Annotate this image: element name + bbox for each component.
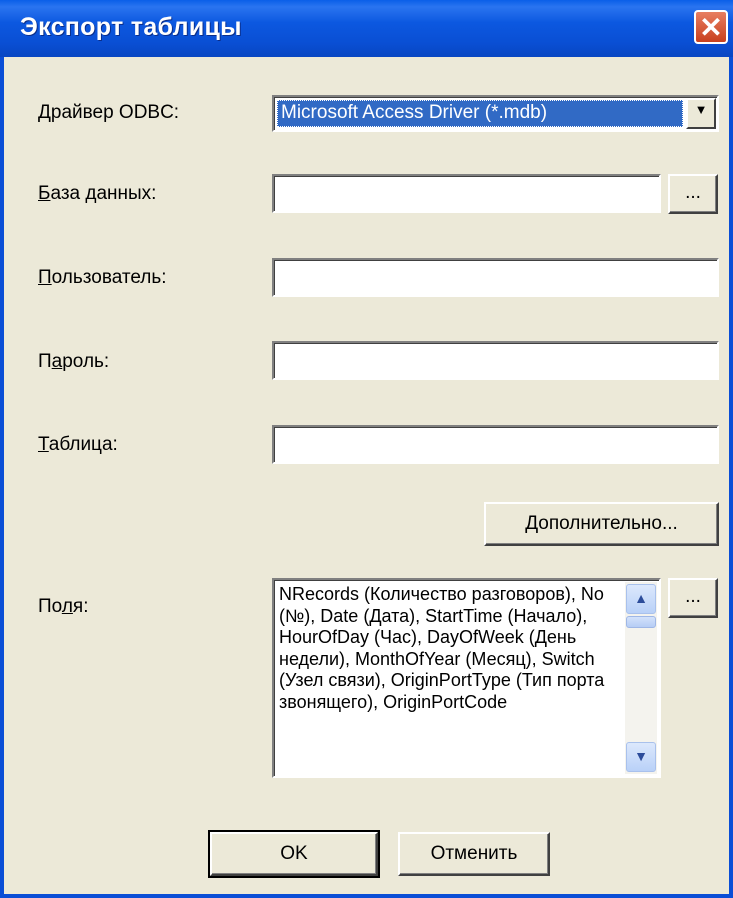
fields-browse-button[interactable]: ... [668,578,718,618]
chevron-up-icon: ▲ [634,590,648,606]
close-icon: ✕ [699,12,723,43]
scroll-thumb[interactable] [626,616,656,628]
window-title: Экспорт таблицы [20,13,242,41]
odbc-driver-dropdown-button[interactable]: ▼ [686,98,716,129]
scroll-up-button[interactable]: ▲ [626,584,656,614]
table-field[interactable] [272,425,719,464]
odbc-driver-select[interactable]: Microsoft Access Driver (*.mdb) ▼ [272,95,719,132]
ok-button[interactable]: OK [208,830,380,878]
table-label: Таблица: [38,434,118,455]
odbc-driver-label: Драйвер ODBC: [38,102,180,123]
chevron-down-icon: ▼ [694,102,708,117]
export-table-dialog: Экспорт таблицы ✕ Драйвер ODBC: Microsof… [0,0,733,898]
database-field[interactable] [272,174,661,213]
fields-scrollbar[interactable]: ▲ ▼ [625,582,657,774]
password-label: Пароль: [38,351,110,372]
title-bar[interactable]: Экспорт таблицы ✕ [0,0,733,57]
database-browse-button[interactable]: ... [668,174,718,214]
scroll-down-button[interactable]: ▼ [626,742,656,772]
odbc-driver-value: Microsoft Access Driver (*.mdb) [277,100,683,127]
user-label: Пользователь: [38,267,167,288]
fields-list-text: NRecords (Количество разговоров), No (№)… [279,584,605,712]
fields-label: Поля: [38,596,89,617]
cancel-button[interactable]: Отменить [398,832,550,876]
close-button[interactable]: ✕ [694,10,728,44]
database-label: База данных: [38,183,157,204]
advanced-button[interactable]: Дополнительно... [484,502,719,546]
chevron-down-icon: ▼ [634,748,648,764]
user-field[interactable] [272,258,719,297]
fields-list[interactable]: NRecords (Количество разговоров), No (№)… [272,578,661,778]
password-field[interactable] [272,341,719,380]
